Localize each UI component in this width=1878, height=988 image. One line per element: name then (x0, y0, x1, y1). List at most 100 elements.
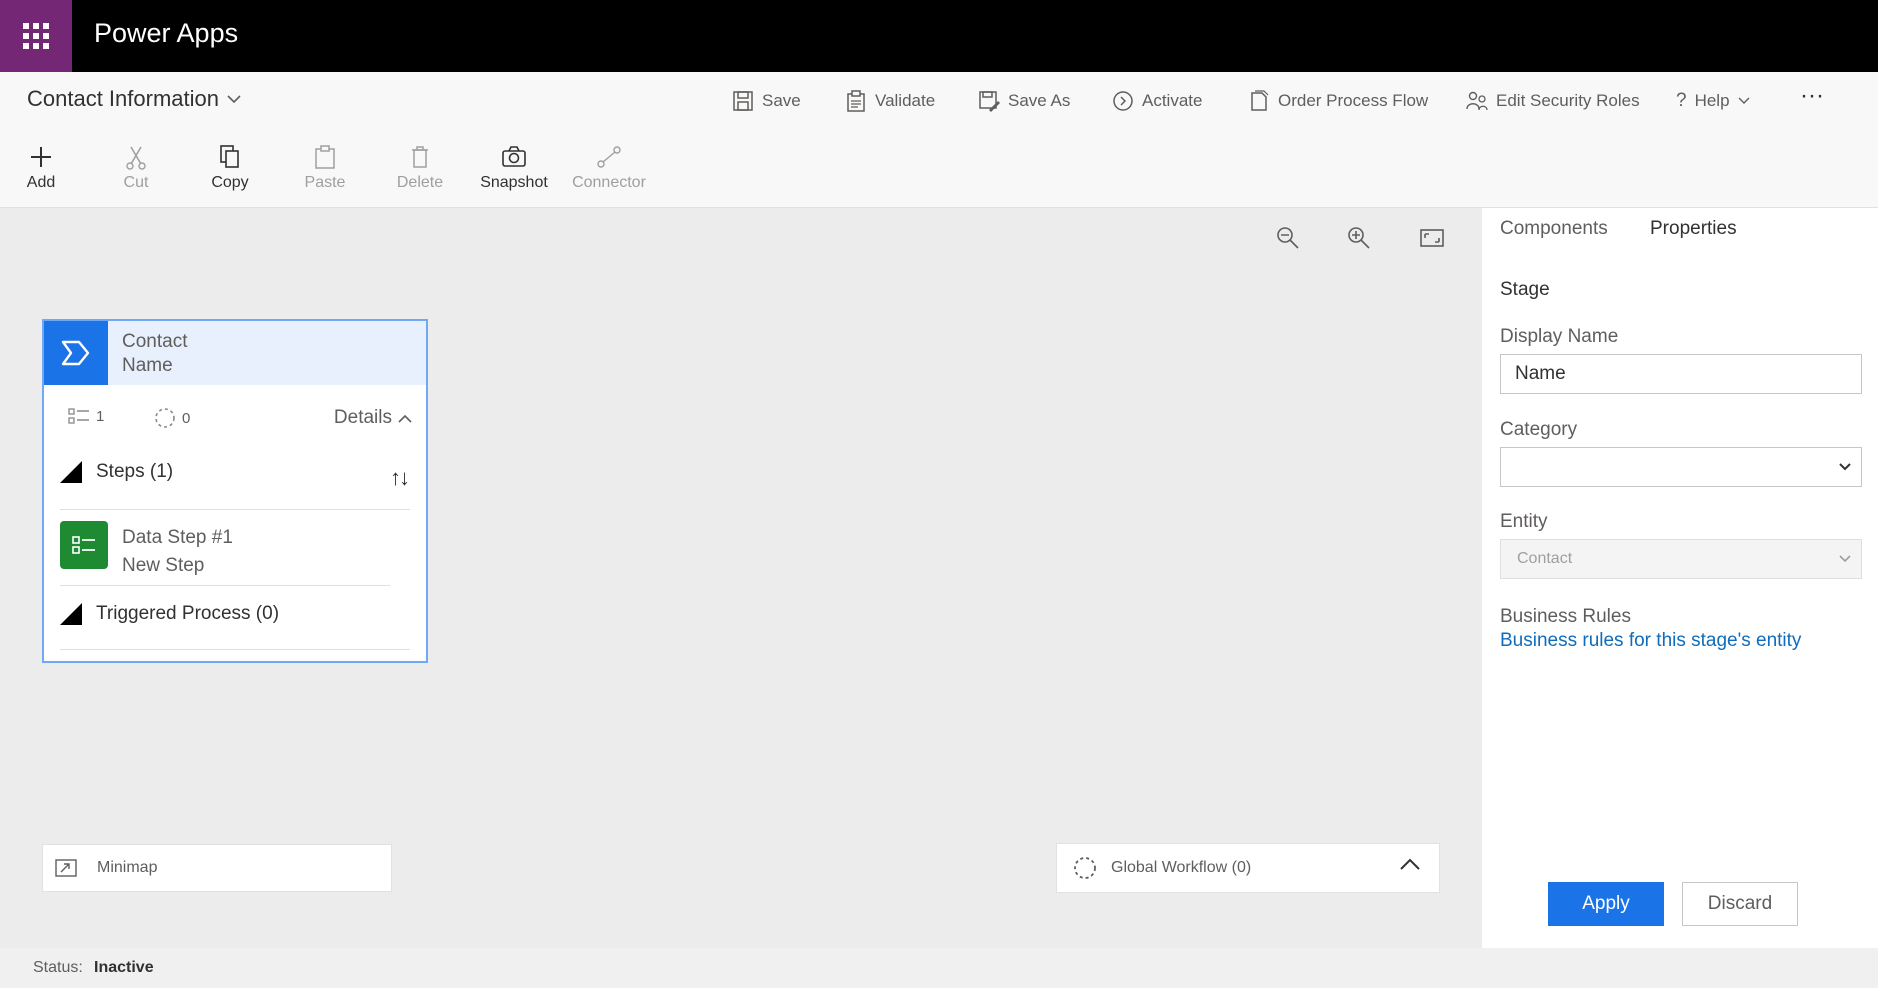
divider (60, 509, 410, 510)
paste-button[interactable]: Paste (285, 140, 365, 192)
edit-security-roles-button[interactable]: Edit Security Roles (1466, 90, 1640, 112)
activate-button[interactable]: Activate (1112, 90, 1202, 112)
status-value: Inactive (94, 959, 154, 976)
stage-heading: Stage (1500, 279, 1550, 300)
workflows-counter: 0 (154, 407, 190, 429)
display-name-field[interactable]: Name (1500, 354, 1862, 394)
copy-label: Copy (211, 174, 249, 191)
clipboard-check-icon (847, 90, 865, 112)
zoom-out-icon (1277, 227, 1299, 249)
save-label: Save (762, 91, 801, 110)
add-button[interactable]: Add (1, 140, 81, 192)
designer-canvas[interactable]: Contact Name 1 0 Details Steps (1) ↑↓ Da… (0, 208, 1482, 948)
document-icon (1251, 90, 1269, 111)
scissors-icon (126, 146, 146, 170)
app-header: Power Apps (0, 0, 1878, 72)
workflow-spinner-icon (155, 408, 175, 428)
business-rules-link[interactable]: Business rules for this stage's entity (1500, 630, 1801, 652)
stage-name: Name (122, 355, 173, 376)
trash-icon (412, 146, 428, 168)
properties-panel: Components Properties Stage Display Name… (1482, 208, 1878, 948)
cut-label: Cut (123, 174, 149, 191)
cut-button[interactable]: Cut (96, 140, 176, 192)
status-bar: Status: Inactive (0, 948, 1878, 988)
steps-section-header[interactable]: Steps (1) (60, 461, 173, 483)
paste-icon (315, 145, 335, 169)
connector-label: Connector (572, 174, 646, 191)
zoom-in-icon (1348, 227, 1370, 249)
expand-triangle-icon (60, 603, 82, 625)
expand-triangle-icon (60, 461, 82, 483)
minimap-icon (55, 859, 77, 877)
category-label: Category (1500, 419, 1578, 440)
business-rules-label: Business Rules (1500, 606, 1631, 627)
validate-button[interactable]: Validate (845, 90, 935, 112)
chevron-stage-icon (61, 340, 90, 366)
workflow-spinner-icon (1074, 857, 1096, 879)
stage-header[interactable]: Contact Name (44, 321, 426, 385)
entity-value: Contact (1517, 550, 1573, 567)
minimap-toggle[interactable]: Minimap (42, 844, 392, 892)
copy-icon (220, 145, 239, 168)
delete-label: Delete (396, 174, 444, 191)
zoom-out-button[interactable] (1272, 222, 1304, 254)
question-icon: ? (1676, 90, 1687, 111)
tab-properties[interactable]: Properties (1650, 218, 1737, 240)
step-list-icon (68, 408, 89, 424)
minimap-label: Minimap (97, 859, 158, 876)
help-label: Help (1694, 91, 1730, 110)
order-process-flow-button[interactable]: Order Process Flow (1248, 90, 1428, 112)
data-step-title[interactable]: Data Step #1 (122, 527, 233, 549)
app-name: Power Apps (94, 18, 239, 48)
steps-count: 1 (96, 407, 105, 425)
delete-button[interactable]: Delete (380, 140, 460, 192)
snapshot-button[interactable]: Snapshot (474, 140, 554, 192)
fit-to-screen-button[interactable] (1416, 222, 1448, 254)
tab-components[interactable]: Components (1500, 218, 1608, 240)
paste-label: Paste (304, 174, 346, 191)
steps-section-label: Steps (1) (96, 461, 174, 482)
save-as-icon (979, 91, 1000, 112)
waffle-icon (23, 23, 49, 49)
data-step-subtitle: New Step (122, 555, 205, 576)
save-icon (733, 91, 753, 111)
order-process-flow-label: Order Process Flow (1278, 91, 1429, 110)
stage-card[interactable]: Contact Name 1 0 Details Steps (1) ↑↓ Da… (42, 319, 428, 663)
entity-label: Entity (1500, 511, 1548, 532)
save-as-button[interactable]: Save As (978, 90, 1070, 112)
reorder-arrows-icon[interactable]: ↑↓ (390, 465, 410, 491)
add-label: Add (26, 174, 56, 191)
validate-label: Validate (875, 91, 936, 110)
stage-icon (44, 321, 108, 385)
status-label: Status: (33, 959, 83, 976)
zoom-in-button[interactable] (1343, 222, 1375, 254)
connector-button[interactable]: Connector (569, 140, 649, 192)
discard-button[interactable]: Discard (1682, 882, 1798, 926)
stage-category: Contact (122, 331, 188, 352)
category-select[interactable] (1500, 447, 1862, 487)
activate-label: Activate (1142, 91, 1203, 110)
global-workflow-panel[interactable]: Global Workflow (0) (1056, 843, 1440, 893)
help-dropdown[interactable]: ? Help (1676, 90, 1750, 112)
chevron-down-icon (1839, 463, 1851, 471)
connector-icon (597, 146, 621, 168)
app-launcher-button[interactable] (0, 0, 72, 72)
more-commands-button[interactable]: ··· (1800, 82, 1824, 110)
security-roles-icon (1466, 91, 1488, 111)
chevron-down-icon (1839, 555, 1851, 563)
global-workflow-label: Global Workflow (0) (1111, 859, 1252, 876)
camera-icon (502, 146, 526, 167)
divider (60, 585, 390, 586)
details-toggle[interactable]: Details (334, 407, 412, 429)
chevron-down-icon (227, 95, 241, 104)
triggered-process-header[interactable]: Triggered Process (0) (60, 603, 279, 625)
plus-icon (31, 147, 51, 167)
data-step-icon (60, 521, 108, 569)
copy-button[interactable]: Copy (190, 140, 270, 192)
steps-counter: 1 (68, 407, 104, 425)
process-title-dropdown[interactable]: Contact Information (27, 86, 241, 112)
save-button[interactable]: Save (732, 90, 801, 112)
details-label: Details (333, 407, 392, 428)
apply-button[interactable]: Apply (1548, 882, 1664, 926)
triggered-process-label: Triggered Process (0) (96, 603, 280, 624)
